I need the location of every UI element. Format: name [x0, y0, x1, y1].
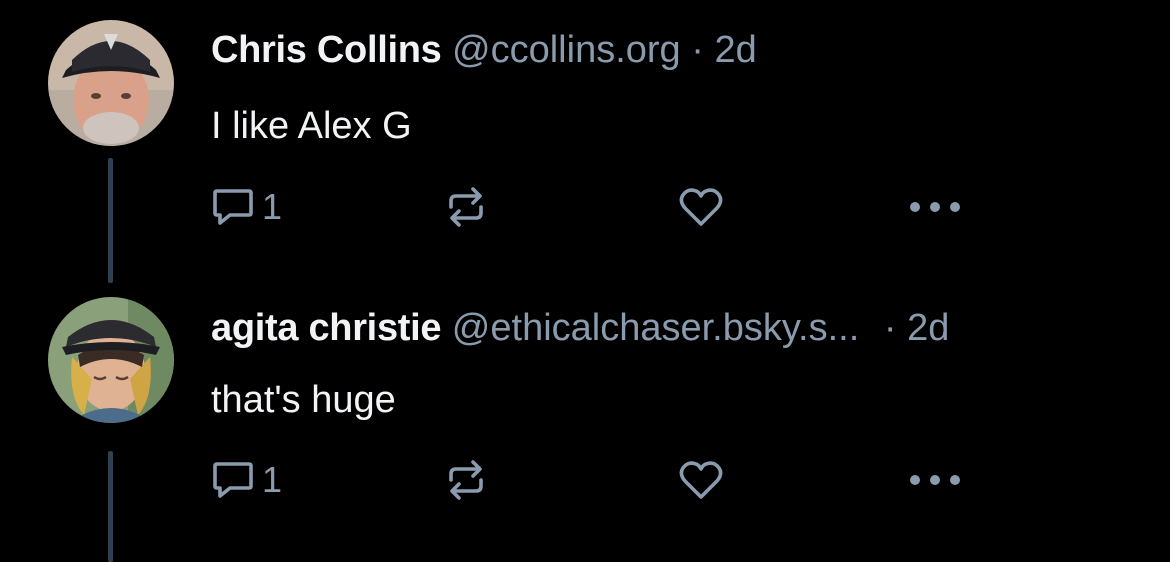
timestamp[interactable]: 2d: [907, 307, 949, 349]
display-name[interactable]: Chris Collins: [211, 29, 442, 71]
timestamp[interactable]: 2d: [714, 29, 756, 71]
reply-button[interactable]: 1: [212, 455, 282, 505]
post-header: Chris Collins @ccollins.org · 2d: [211, 27, 757, 73]
repost-icon: [443, 458, 489, 502]
separator-dot: ·: [691, 29, 704, 71]
avatar[interactable]: [48, 297, 174, 423]
display-name[interactable]: agita christie: [211, 307, 442, 349]
post-text: that's huge: [211, 379, 396, 421]
post-header: agita christie @ethicalchaser.bsky.s... …: [211, 305, 949, 351]
post[interactable]: agita christie @ethicalchaser.bsky.s... …: [0, 281, 1170, 562]
post-text: I like Alex G: [211, 105, 412, 147]
handle[interactable]: @ccollins.org: [452, 29, 681, 71]
repost-button[interactable]: [443, 455, 489, 505]
post-actions: 1: [0, 455, 1170, 505]
post-actions: 1: [0, 182, 1170, 232]
more-options-icon: [908, 473, 962, 487]
avatar[interactable]: [48, 20, 174, 146]
like-icon: [678, 186, 724, 228]
repost-icon: [443, 185, 489, 229]
more-options-button[interactable]: [908, 455, 962, 505]
reply-count: 1: [262, 459, 283, 500]
separator-dot: ·: [883, 307, 897, 349]
reply-icon: [212, 460, 254, 500]
reply-icon: [212, 187, 254, 227]
handle[interactable]: @ethicalchaser.bsky.s...: [452, 307, 859, 349]
reply-count: 1: [262, 186, 283, 227]
more-options-icon: [908, 200, 962, 214]
like-button[interactable]: [678, 182, 724, 232]
like-icon: [678, 459, 724, 501]
reply-button[interactable]: 1: [212, 182, 282, 232]
like-button[interactable]: [678, 455, 724, 505]
more-options-button[interactable]: [908, 182, 962, 232]
repost-button[interactable]: [443, 182, 489, 232]
post[interactable]: Chris Collins @ccollins.org · 2d I like …: [0, 0, 1170, 283]
